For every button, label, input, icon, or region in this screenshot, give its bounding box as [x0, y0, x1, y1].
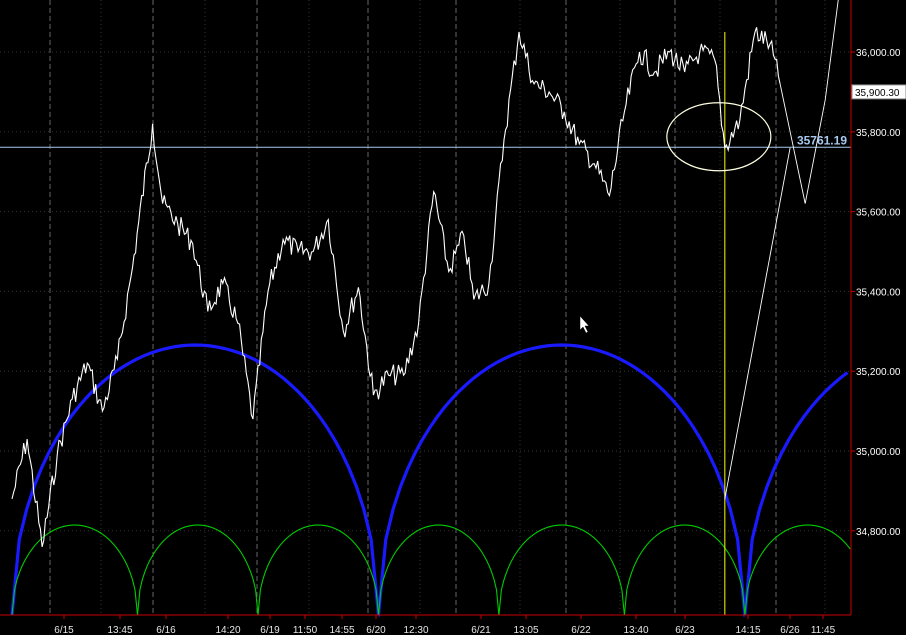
chart: 34,800.00 35,000.00 35,200.00 35,400.00 35,6… — [0, 0, 906, 635]
chart-background — [0, 0, 906, 635]
x-tick-label: 6/20 — [366, 625, 386, 635]
last-price-label: 35,900.30 — [855, 88, 900, 99]
y-tick-label: 35,200.00 — [856, 367, 901, 378]
y-tick-label: 35,800.00 — [856, 128, 901, 139]
x-tick-label: 6/21 — [471, 625, 491, 635]
y-tick-label: 35,600.00 — [856, 208, 901, 219]
horizontal-line-label: 35761.19 — [797, 133, 847, 147]
x-tick-label: 13:45 — [107, 625, 132, 635]
y-tick-label: 34,800.00 — [856, 527, 901, 538]
x-tick-label: 14:20 — [215, 625, 240, 635]
y-tick-label: 35,000.00 — [856, 447, 901, 458]
x-tick-label: 14:15 — [735, 625, 760, 635]
y-tick-label: 35,400.00 — [856, 287, 901, 298]
x-tick-label: 6/22 — [571, 625, 591, 635]
x-tick-label: 11:50 — [293, 625, 318, 635]
x-tick-label: 6/23 — [675, 625, 695, 635]
y-tick-label: 36,000.00 — [856, 48, 901, 59]
x-tick-label: 12:30 — [403, 625, 428, 635]
x-tick-label: 13:05 — [513, 625, 538, 635]
x-tick-label: 11:45 — [811, 625, 836, 635]
x-tick-label: 6/26 — [780, 625, 800, 635]
x-tick-label: 6/19 — [260, 625, 280, 635]
x-tick-label: 14:55 — [329, 625, 354, 635]
x-tick-label: 6/15 — [54, 625, 74, 635]
x-tick-label: 13:40 — [623, 625, 648, 635]
x-tick-label: 6/16 — [156, 625, 176, 635]
